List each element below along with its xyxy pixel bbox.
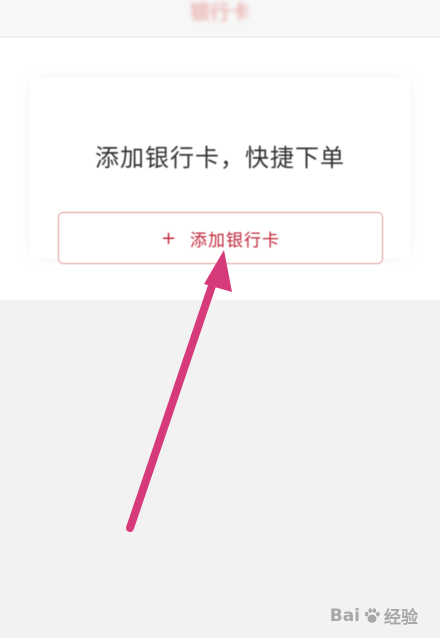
watermark-text-left: Bai <box>329 605 360 626</box>
paw-icon <box>364 607 380 623</box>
bank-card-panel: 添加银行卡，快捷下单 + 添加银行卡 <box>0 38 440 300</box>
headline: 添加银行卡，快捷下单 <box>95 144 345 172</box>
add-bank-card-label: 添加银行卡 <box>190 230 281 251</box>
header-title: 银行卡 <box>190 0 250 24</box>
arrow-shaft <box>126 264 222 532</box>
watermark-text-right: 经验 <box>384 608 418 628</box>
top-header: 银行卡 <box>0 0 440 37</box>
plus-icon: + <box>160 227 177 249</box>
baidu-jingyan-watermark: Bai 经验 <box>329 603 418 629</box>
add-bank-card-button[interactable]: + 添加银行卡 <box>58 212 383 264</box>
